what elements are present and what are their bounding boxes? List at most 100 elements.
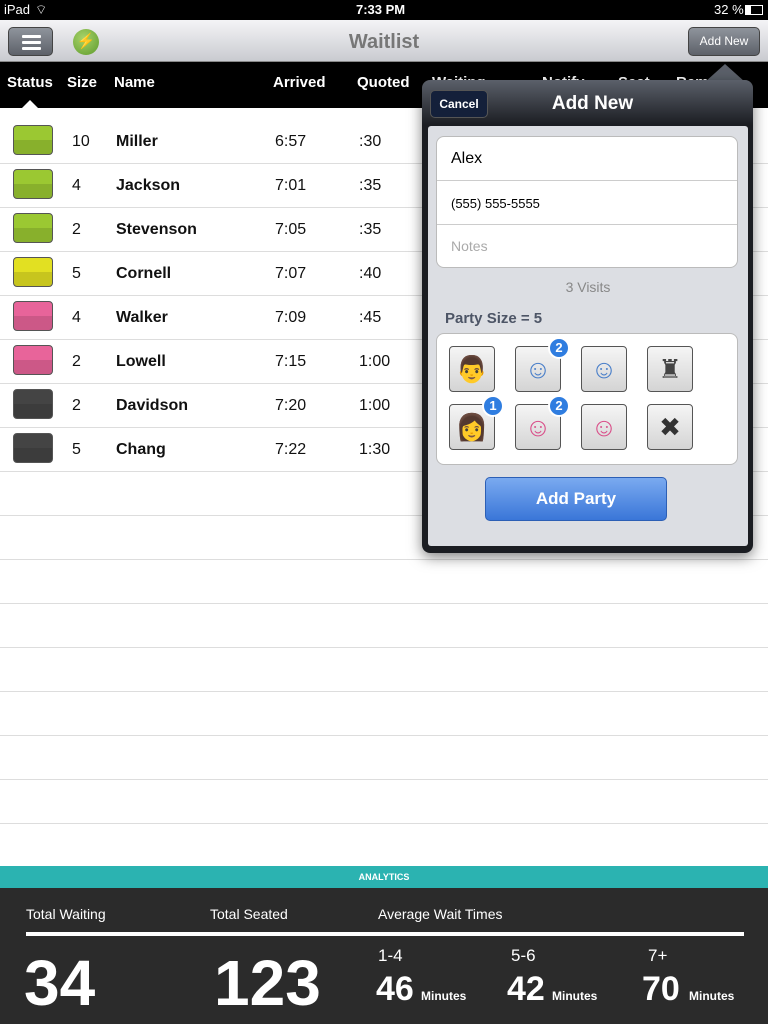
party-name: Miller [116,133,158,150]
quoted-time: 1:30 [359,441,391,458]
party-size-label: Party Size = 5 [445,310,543,327]
empty-row [0,824,768,868]
darth-vader-button[interactable]: ♜ [647,346,693,392]
sort-indicator-icon [22,100,38,108]
total-waiting-label: Total Waiting [26,906,106,922]
avg-range-2: 5-6 [511,946,536,965]
status-swatch[interactable] [13,389,53,419]
status-swatch[interactable] [13,213,53,243]
arrived-time: 7:15 [275,353,307,370]
avg-unit-1: Minutes [421,989,467,1003]
man-button[interactable]: ☺ 2 [515,337,570,392]
quoted-time: :35 [359,221,382,238]
girl-button[interactable]: ☺ [581,404,627,450]
total-waiting-value: 34 [24,947,96,1019]
status-swatch[interactable] [13,257,53,287]
add-new-button[interactable]: Add New [688,27,760,56]
empty-row [0,604,768,648]
avg-wait-label: Average Wait Times [378,906,503,922]
quoted-time: 1:00 [359,397,391,414]
guest-type-grid: 👨 ☺ 2 ☺ ♜ 👩 1 ☺ 2 ☺ ✖ [436,333,738,465]
empty-row [0,648,768,692]
avg-range-1: 1-4 [378,946,403,965]
status-swatch[interactable] [13,125,53,155]
party-name: Stevenson [116,221,197,238]
party-name: Chang [116,441,166,458]
quoted-time: :40 [359,265,382,282]
avg-value-2: 42 [507,970,545,1008]
navbar: ⚡ Waitlist Add New [0,20,768,62]
woman-glasses-button[interactable]: 👩 1 [449,395,504,450]
phone-field[interactable]: (555) 555-5555 [437,181,737,225]
add-new-popover: Cancel Add New Alex (555) 555-5555 Notes… [422,80,753,553]
empty-row [0,692,768,736]
arrived-time: 7:22 [275,441,307,458]
boy-icon: ☺ [590,354,618,384]
woman-button[interactable]: ☺ 2 [515,395,570,450]
woman-glasses-icon: 👩 [455,412,489,442]
add-party-button[interactable]: Add Party [485,477,667,521]
wifi-icon: ⌔ [35,2,48,17]
status-bar: iPad ⌔ 7:33 PM 32 % [0,0,768,20]
col-name[interactable]: Name [114,74,155,91]
party-name: Davidson [116,397,189,414]
quoted-time: 1:00 [359,353,391,370]
count-badge: 2 [548,395,570,417]
page-title: Waitlist [348,31,420,53]
empty-row [0,780,768,824]
arrived-time: 7:09 [275,309,307,326]
clear-x-button[interactable]: ✖ [647,404,693,450]
popover-title: Add New [551,93,634,114]
notes-field[interactable]: Notes [437,225,737,269]
man-icon: ☺ [524,354,552,384]
guest-form: Alex (555) 555-5555 Notes [436,136,738,268]
arrived-time: 7:01 [275,177,307,194]
party-size: 4 [72,309,81,326]
clock: 7:33 PM [356,2,406,17]
arrived-time: 7:05 [275,221,307,238]
col-arrived[interactable]: Arrived [273,74,326,91]
girl-icon: ☺ [590,412,618,442]
count-badge: 2 [548,337,570,359]
party-size: 10 [72,133,90,150]
woman-icon: ☺ [524,412,552,442]
analytics-panel: Total Waiting Total Seated Average Wait … [0,888,768,1024]
darth-vader-icon: ♜ [658,354,682,384]
avg-value-3: 70 [642,970,680,1008]
status-swatch[interactable] [13,345,53,375]
total-seated-label: Total Seated [210,906,288,922]
party-name: Lowell [116,353,166,370]
empty-row [0,560,768,604]
total-seated-value: 123 [214,947,321,1019]
avg-value-1: 46 [376,970,414,1008]
battery-icon [745,5,763,15]
popover-body: Alex (555) 555-5555 Notes 3 Visits Party… [428,126,748,546]
man-glasses-button[interactable]: 👨 [449,346,495,392]
arrived-time: 7:20 [275,397,307,414]
col-status[interactable]: Status [7,74,53,91]
status-swatch[interactable] [13,169,53,199]
clear-x-icon: ✖ [659,412,681,442]
col-quoted[interactable]: Quoted [357,74,410,91]
count-badge: 1 [482,395,504,417]
boy-button[interactable]: ☺ [581,346,627,392]
quoted-time: :45 [359,309,382,326]
party-size: 2 [72,397,81,414]
arrived-time: 6:57 [275,133,307,150]
avg-range-3: 7+ [648,946,668,965]
name-field[interactable]: Alex [437,137,737,181]
status-swatch[interactable] [13,301,53,331]
party-size: 2 [72,353,81,370]
party-size: 5 [72,265,81,282]
party-name: Cornell [116,265,172,282]
col-size[interactable]: Size [67,74,97,91]
party-size: 4 [72,177,81,194]
man-glasses-icon: 👨 [455,354,489,384]
divider [26,932,744,936]
status-swatch[interactable] [13,433,53,463]
analytics-header: ANALYTICS [0,866,768,888]
avg-unit-3: Minutes [689,989,735,1003]
empty-row [0,736,768,780]
avg-unit-2: Minutes [552,989,598,1003]
visits-count: 3 Visits [565,279,611,295]
